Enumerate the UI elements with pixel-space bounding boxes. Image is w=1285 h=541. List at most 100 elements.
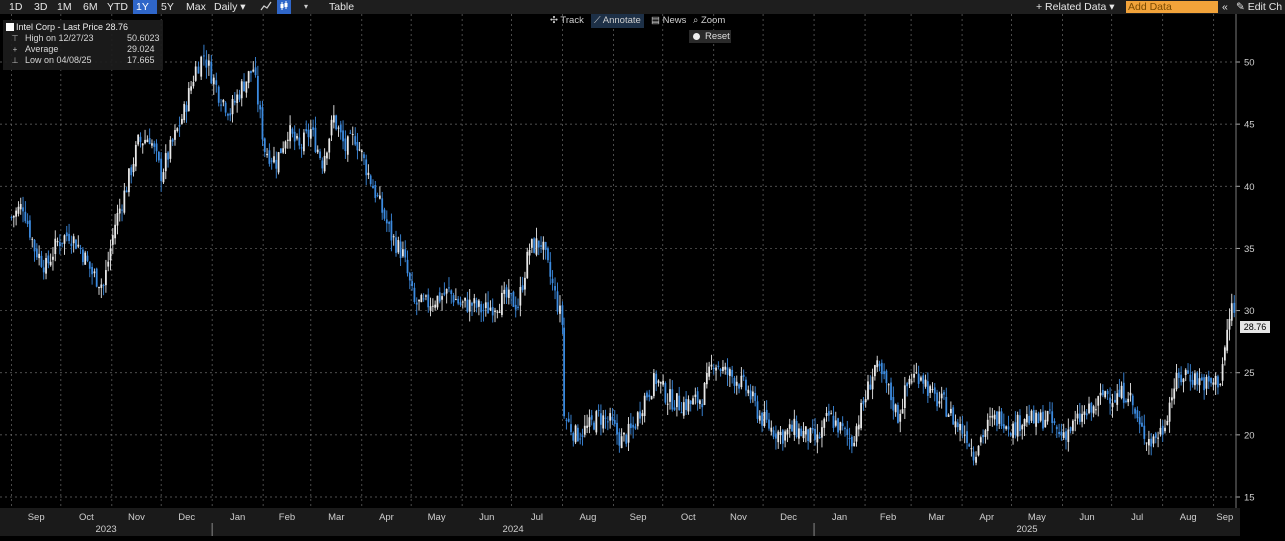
candle-body <box>58 241 61 247</box>
track-button[interactable]: ✣ Track <box>547 14 587 28</box>
candle-body <box>15 210 18 217</box>
candle-body <box>47 255 50 264</box>
candle-body <box>917 373 920 384</box>
range-3d-button[interactable]: 3D <box>31 0 50 14</box>
candle-body <box>1159 427 1162 435</box>
candle-body <box>118 208 121 214</box>
candle-body <box>29 220 31 238</box>
range-1y-button[interactable]: 1Y <box>133 0 157 14</box>
candle-body <box>595 411 598 433</box>
price-chart[interactable]: 1520253035404550 <box>0 14 1285 536</box>
candle-body <box>738 384 740 389</box>
legend-high-label: High on 12/27/23 <box>25 33 94 43</box>
candle-body <box>1221 364 1224 381</box>
candle-body <box>1028 415 1031 424</box>
candle-body <box>22 207 24 212</box>
add-data-input[interactable]: Add Data <box>1126 1 1218 13</box>
range-1m-button[interactable]: 1M <box>54 0 75 14</box>
candle-body <box>93 271 96 274</box>
candle-body <box>1051 411 1054 423</box>
candle-body <box>751 391 754 397</box>
frequency-dropdown[interactable]: Daily ▾ <box>211 0 249 14</box>
legend-panel: Intel Corp - Last Price 28.76 ⊤ High on … <box>3 20 163 70</box>
candle-body <box>293 131 296 142</box>
x-month-label: Jun <box>1079 512 1094 523</box>
candle-body <box>583 425 586 435</box>
edit-chart-button[interactable]: ✎ Edit Ch <box>1233 0 1285 14</box>
candle-body <box>719 369 722 372</box>
candle-body <box>376 195 379 197</box>
candle-body <box>397 239 400 253</box>
candle-body <box>613 419 616 424</box>
candle-body <box>501 292 503 315</box>
candle-body <box>266 153 268 156</box>
candle-body <box>993 414 996 420</box>
candle-body <box>597 409 600 411</box>
candle-body <box>954 421 957 428</box>
candle-body <box>321 160 324 169</box>
line-chart-icon[interactable] <box>259 0 273 14</box>
candle-body <box>629 423 632 429</box>
range-5y-button[interactable]: 5Y <box>158 0 177 14</box>
candle-body <box>220 104 222 106</box>
collapse-panel-button[interactable]: « <box>1219 0 1231 14</box>
candle-body <box>632 424 635 428</box>
candle-body <box>399 241 402 259</box>
candle-body <box>319 151 321 158</box>
candle-body <box>1154 433 1157 438</box>
table-button[interactable]: Table <box>326 0 357 14</box>
annotate-button[interactable]: ⟋ Annotate <box>591 14 644 28</box>
range-max-button[interactable]: Max <box>183 0 209 14</box>
candle-body <box>482 309 485 312</box>
reset-button[interactable]: Reset <box>689 30 731 43</box>
candle-body <box>383 209 386 219</box>
x-year-label: 2024 <box>503 524 524 535</box>
candle-body <box>530 239 533 248</box>
candle-body <box>392 236 395 238</box>
related-data-dropdown[interactable]: + Related Data ▾ <box>1033 0 1118 14</box>
candle-body <box>659 382 662 384</box>
legend-row-low: ⊥ Low on 04/08/25 17.665 <box>7 55 163 66</box>
candle-body <box>894 404 897 413</box>
candle-body <box>593 422 595 430</box>
candle-body <box>1025 414 1028 423</box>
candle-body <box>346 136 349 155</box>
candle-body <box>745 379 747 391</box>
candle-body <box>372 185 374 189</box>
range-ytd-button[interactable]: YTD <box>104 0 131 14</box>
candle-body <box>556 291 559 312</box>
candle-body <box>461 301 464 303</box>
candle-body <box>26 220 29 224</box>
candle-body <box>588 417 591 427</box>
candle-body <box>132 164 135 173</box>
candle-body <box>1157 437 1160 439</box>
candle-body <box>252 69 255 72</box>
zoom-button[interactable]: ⌕ Zoom <box>690 14 728 28</box>
candle-body <box>742 374 745 377</box>
candle-body <box>164 153 167 172</box>
candle-body <box>134 144 137 167</box>
candle-body <box>1014 422 1017 436</box>
candle-body <box>841 423 844 427</box>
candle-body <box>860 402 862 429</box>
candle-body <box>178 125 181 127</box>
candle-body <box>692 398 694 405</box>
news-button[interactable]: ▤ News <box>648 14 689 28</box>
candle-body <box>717 365 720 367</box>
candle-body <box>1114 399 1116 403</box>
candle-body <box>155 143 158 152</box>
range-6m-button[interactable]: 6M <box>80 0 101 14</box>
candlestick-chart-icon[interactable] <box>277 0 291 14</box>
candle-body <box>381 198 384 213</box>
last-price-label: 28.76 <box>1240 321 1270 333</box>
candle-body <box>335 115 338 130</box>
range-1d-button[interactable]: 1D <box>6 0 25 14</box>
candle-body <box>763 412 766 427</box>
candle-body <box>710 364 713 367</box>
candle-body <box>722 366 724 372</box>
chart-type-dropdown-icon[interactable]: ▾ <box>299 0 313 14</box>
candle-body <box>652 373 655 397</box>
x-month-label: Dec <box>178 512 195 523</box>
candle-body <box>747 389 750 394</box>
candle-body <box>899 413 902 422</box>
